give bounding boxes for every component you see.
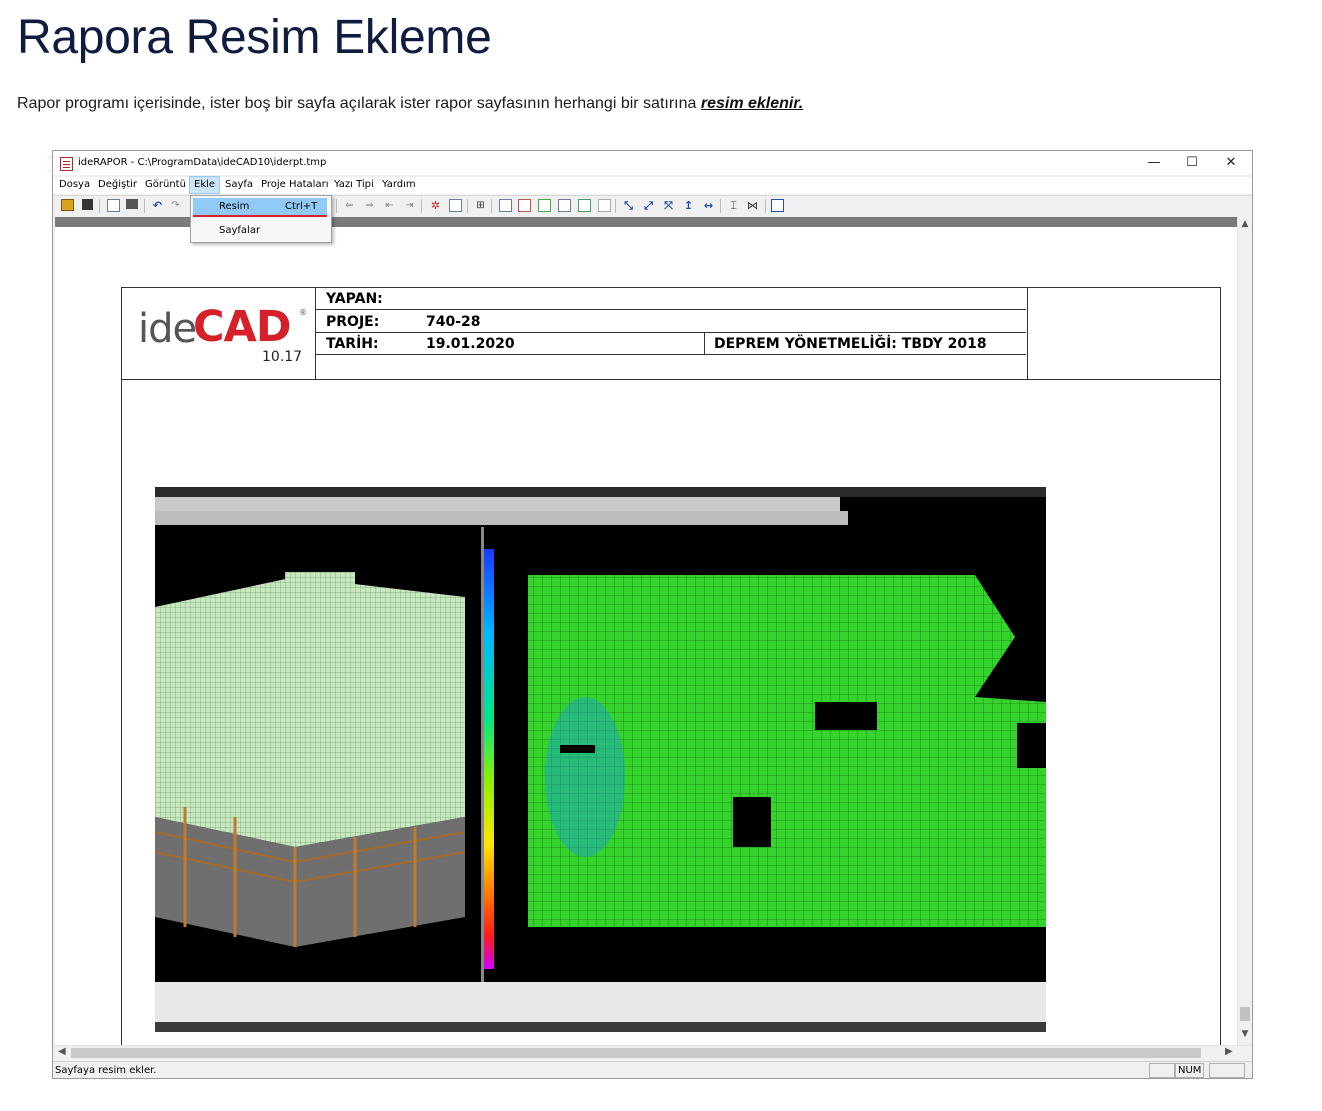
status-text: Sayfaya resim ekler. [55,1065,157,1076]
menu-item-sayfalar[interactable]: Sayfalar [193,222,327,239]
report-header-table: ide CAD ® 10.17 YAPAN: PROJE: 740-28 TAR… [122,288,1220,380]
yapan-label: YAPAN: [326,291,383,307]
move-right-icon[interactable]: ⇥ [403,199,416,212]
proje-label: PROJE: [326,314,380,330]
tarih-row: TARİH: 19.01.2020 DEPREM YÖNETMELİĞİ: TB… [316,333,1026,355]
page-right-icon[interactable] [538,199,551,212]
scroll-down-icon[interactable]: ▼ [1238,1029,1252,1039]
chart-icon[interactable] [598,199,611,212]
menu-proje-hatalari[interactable]: Proje Hataları [257,177,332,193]
tarih-label: TARİH: [326,336,379,352]
menu-sayfa[interactable]: Sayfa [221,177,257,193]
menu-yazi-tipi[interactable]: Yazı Tipi [330,177,378,193]
status-pane-empty [1149,1063,1175,1078]
report-app-icon [60,157,73,171]
embedded-toolbar-1 [155,497,840,511]
scroll-left-icon[interactable]: ◀ [58,1046,66,1057]
num-lock-indicator: NUM [1175,1063,1205,1078]
print-preview-icon[interactable] [107,199,120,212]
building-model [155,577,465,847]
maximize-button[interactable]: ☐ [1173,153,1211,173]
intro-text: Rapor programı içerisinde, ister boş bir… [17,95,701,112]
menu-dosya[interactable]: Dosya [55,177,94,193]
proje-row: PROJE: 740-28 [316,311,1026,333]
fit-width-icon[interactable]: ↔ [702,199,715,212]
crop-icon[interactable] [449,199,462,212]
menu-item-resim-label: Resim [219,201,250,212]
menu-item-resim-shortcut: Ctrl+T [285,201,318,212]
status-pane-right [1209,1063,1245,1078]
page-title: Rapora Resim Ekleme [17,11,492,64]
yapan-row: YAPAN: [316,288,1026,310]
menu-item-resim[interactable]: Resim Ctrl+T [193,198,327,217]
inserted-fem-screenshot[interactable] [155,487,1046,1032]
embedded-statusbar [155,1022,1046,1032]
intro-link[interactable]: resim eklenir. [701,95,803,112]
grid-toggle-icon[interactable]: ⊞ [474,199,487,212]
vertical-scroll-thumb[interactable] [1240,1007,1250,1021]
report-canvas[interactable]: ide CAD ® 10.17 YAPAN: PROJE: 740-28 TAR… [55,227,1237,1048]
menu-yardim[interactable]: Yardım [378,177,420,193]
page-left-icon[interactable] [518,199,531,212]
report-page: ide CAD ® 10.17 YAPAN: PROJE: 740-28 TAR… [121,287,1221,1048]
ekle-dropdown-menu: Resim Ctrl+T Sayfalar [190,195,332,243]
zoom-fit-icon[interactable]: ⤧ [662,199,675,212]
menu-goruntu[interactable]: Görüntü [141,177,190,193]
undo-icon[interactable]: ↶ [151,199,164,212]
deprem-yonetmeligi: DEPREM YÖNETMELİĞİ: TBDY 2018 [714,336,987,352]
column-merge-icon[interactable]: ⋈ [746,199,759,212]
page-list-icon[interactable] [771,199,784,212]
horizontal-scrollbar[interactable]: ◀ ▶ [53,1045,1252,1060]
proje-value: 740-28 [426,314,481,330]
embedded-menubar [155,487,1046,497]
tarih-value: 19.01.2020 [426,336,515,352]
iderapor-window: ideRAPOR - C:\ProgramData\ideCAD10\iderp… [52,150,1253,1079]
idecad-logo: ide CAD ® 10.17 [122,288,316,379]
title-bar[interactable]: ideRAPOR - C:\ProgramData\ideCAD10\iderp… [53,151,1252,175]
status-bar: Sayfaya resim ekler. NUM [53,1061,1252,1078]
window-title: ideRAPOR - C:\ProgramData\ideCAD10\iderp… [78,157,327,168]
zoom-out-icon[interactable]: ⤢ [642,199,655,212]
menu-degistir[interactable]: Değiştir [94,177,141,193]
open-folder-icon[interactable] [61,199,74,211]
color-scale-bar [484,549,494,969]
horizontal-scroll-thumb[interactable] [71,1048,1201,1058]
building-core [285,572,355,612]
vertical-scrollbar[interactable]: ▲ ▼ [1237,217,1252,1045]
table-icon[interactable] [578,199,591,212]
delete-icon[interactable]: ✲ [429,199,442,212]
page-footer-icon[interactable] [558,199,571,212]
save-icon[interactable] [82,199,93,210]
redo-icon[interactable]: ↷ [169,199,182,212]
close-button[interactable]: ✕ [1212,153,1250,173]
fit-height-icon[interactable]: ↥ [682,199,695,212]
page-header-icon[interactable] [499,199,512,212]
scroll-up-icon[interactable]: ▲ [1238,219,1252,229]
menu-bar: Dosya Değiştir Görüntü Ekle Sayfa Proje … [53,176,1252,194]
scroll-right-icon[interactable]: ▶ [1225,1046,1233,1057]
logo-version: 10.17 [262,349,303,365]
align-right-icon[interactable]: ⇒ [363,199,376,212]
intro-paragraph: Rapor programı içerisinde, ister boş bir… [17,95,803,113]
column-split-icon[interactable]: ⌶ [727,199,740,212]
embedded-toolbar-2 [155,511,848,525]
menu-ekle[interactable]: Ekle [189,176,221,194]
zoom-in-icon[interactable]: ⤡ [622,199,635,212]
menu-item-sayfalar-label: Sayfalar [219,225,261,236]
minimize-button[interactable]: — [1135,153,1173,173]
print-icon[interactable] [126,199,138,209]
move-left-icon[interactable]: ⇤ [383,199,396,212]
align-left-icon[interactable]: ⇐ [343,199,356,212]
